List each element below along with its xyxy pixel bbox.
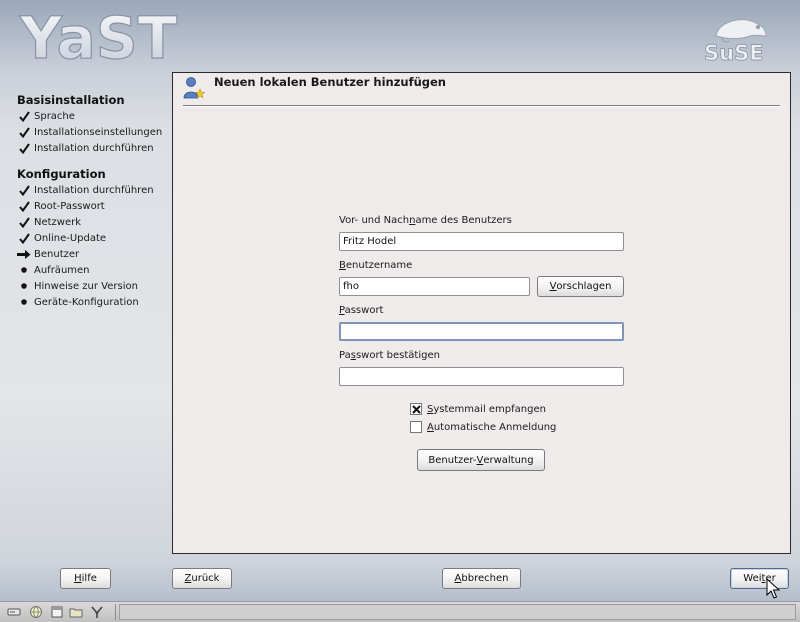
checkmark-icon — [17, 109, 31, 123]
checkmark-icon — [17, 215, 31, 229]
fullname-input[interactable]: Fritz Hodel — [339, 232, 624, 251]
back-button[interactable]: Zurück — [172, 568, 232, 589]
system-mail-checkbox-row[interactable]: Systemmail empfangen — [410, 402, 546, 416]
password-confirm-label: Passwort bestätigen — [339, 350, 440, 361]
header: YaST SuSE — [0, 0, 800, 70]
auto-login-checkbox[interactable] — [410, 421, 422, 433]
window-icon[interactable] — [50, 605, 64, 619]
dialog-panel: Neuen lokalen Benutzer hinzufügen Vor- u… — [172, 72, 791, 554]
arrow-right-icon — [17, 247, 31, 261]
step-installationseinstellungen: Installationseinstellungen — [17, 125, 162, 139]
taskbar — [0, 601, 800, 622]
step-root-passwort: Root-Passwort — [17, 199, 105, 213]
svg-text:SuSE: SuSE — [704, 41, 764, 65]
step-online-update: Online-Update — [17, 231, 106, 245]
checkmark-icon — [17, 199, 31, 213]
checkmark-icon — [17, 183, 31, 197]
yast-logo: YaST — [18, 3, 178, 68]
checkmark-icon — [17, 141, 31, 155]
step-hinweise-zur-version: Hinweise zur Version — [17, 279, 138, 293]
dialog-title: Neuen lokalen Benutzer hinzufügen — [214, 75, 446, 89]
mouse-cursor-icon — [766, 578, 780, 599]
next-button[interactable]: Wei t er — [730, 568, 789, 589]
password-input[interactable] — [339, 322, 624, 341]
password-label: Passwort — [339, 305, 384, 316]
auto-login-checkbox-row[interactable]: Automatische Anmeldung — [410, 420, 556, 434]
bullet-icon — [17, 263, 31, 277]
add-user-icon — [183, 77, 205, 99]
checked-x-icon — [411, 404, 421, 414]
folder-icon[interactable] — [69, 605, 83, 619]
bullet-icon — [17, 279, 31, 293]
tools-icon[interactable] — [90, 605, 104, 619]
checkmark-icon — [17, 125, 31, 139]
drive-icon[interactable] — [7, 605, 21, 619]
step-benutzer: Benutzer — [17, 247, 79, 261]
suse-logo: SuSE — [704, 19, 767, 65]
username-label: Benutzername — [339, 260, 413, 271]
svg-text:YaST: YaST — [19, 4, 178, 68]
step-installation-durchfuehren-2: Installation durchführen — [17, 183, 154, 197]
globe-icon[interactable] — [29, 605, 43, 619]
password-confirm-input[interactable] — [339, 367, 624, 386]
section-title-basisinstallation: Basisinstallation — [17, 93, 125, 107]
abort-button[interactable]: Abbrechen — [442, 568, 521, 589]
username-input[interactable]: fho — [339, 277, 530, 296]
title-divider — [183, 105, 780, 107]
bullet-icon — [17, 295, 31, 309]
taskbar-separator — [115, 604, 116, 620]
user-admin-button[interactable]: Benutzer- Verwaltung — [417, 449, 545, 471]
step-installation-durchfuehren: Installation durchführen — [17, 141, 154, 155]
system-mail-label: Systemmail empfangen — [427, 403, 546, 415]
section-title-konfiguration: Konfiguration — [17, 167, 106, 181]
help-button[interactable]: Hilfe — [60, 568, 111, 589]
system-mail-checkbox[interactable] — [410, 403, 422, 415]
step-netzwerk: Netzwerk — [17, 215, 81, 229]
step-geraete-konfiguration: Geräte-Konfiguration — [17, 295, 139, 309]
step-aufraeumen: Aufräumen — [17, 263, 90, 277]
checkmark-icon — [17, 231, 31, 245]
suggest-username-button[interactable]: Vorschlagen — [537, 276, 624, 297]
fullname-label: Vor- und Nachname des Benutzers — [339, 215, 512, 226]
auto-login-label: Automatische Anmeldung — [427, 421, 557, 433]
step-sprache: Sprache — [17, 109, 75, 123]
taskbar-task-area[interactable] — [119, 604, 796, 620]
